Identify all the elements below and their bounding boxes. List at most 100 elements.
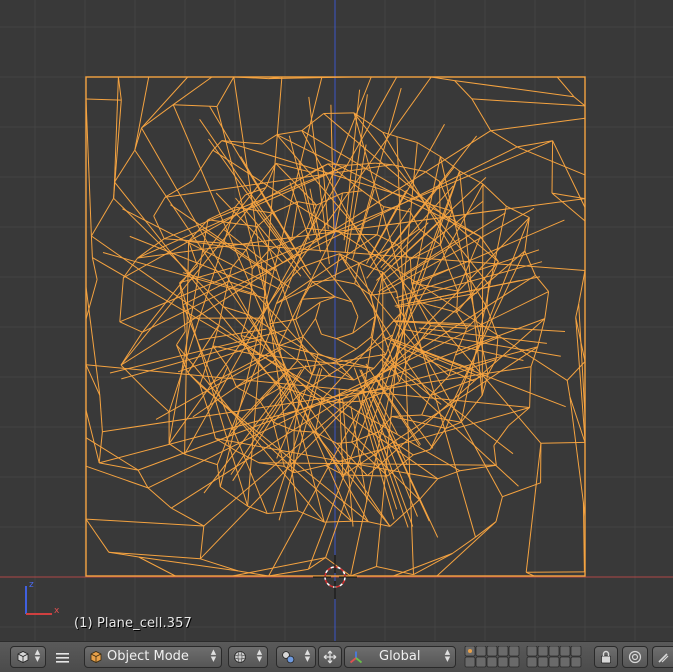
layer-button — [486, 645, 498, 657]
cell-edge — [551, 140, 554, 194]
cell-edge — [417, 142, 441, 157]
cell-edge — [123, 163, 329, 279]
mode-select[interactable]: Object Mode ▲ ▼ — [84, 646, 222, 668]
cell-edge — [220, 486, 248, 507]
hamburger-menu-icon[interactable] — [55, 650, 71, 664]
cell-edge — [525, 443, 542, 573]
cell-edge — [415, 348, 566, 408]
transform-orientation-select[interactable]: Global ▲ ▼ — [344, 646, 456, 668]
cell-edge — [493, 425, 509, 446]
cell-edge — [200, 558, 239, 572]
cell-edge — [267, 510, 298, 514]
cell-edge — [540, 441, 586, 444]
cell-edge — [171, 507, 205, 527]
cell-edge — [370, 291, 397, 296]
cell-edge — [454, 80, 473, 100]
cell-edge — [134, 76, 150, 151]
viewport-shading-button[interactable]: ▲ ▼ — [228, 646, 268, 668]
cube-view-icon — [17, 651, 29, 663]
cell-edge — [495, 337, 499, 360]
snap-button[interactable] — [652, 646, 673, 668]
cell-edge — [535, 275, 549, 292]
cell-edge — [471, 98, 586, 107]
cell-edge — [295, 319, 304, 337]
lock-camera-icon — [601, 650, 611, 664]
cell-edge — [291, 228, 308, 241]
cell-edge — [117, 76, 122, 101]
cell-edge — [358, 262, 383, 273]
layer-button — [475, 645, 487, 657]
cell-edge — [436, 521, 497, 577]
cell-edge — [493, 445, 497, 466]
cell-edge — [336, 332, 353, 340]
layer-grid-icon — [464, 645, 582, 668]
layer-button — [486, 656, 498, 668]
cell-edge — [147, 487, 172, 509]
cell-edge — [301, 130, 503, 497]
pivot-point-button[interactable]: ▲ ▼ — [276, 646, 316, 668]
cell-edge — [350, 566, 377, 577]
cell-edge — [351, 301, 359, 317]
cell-edge — [120, 331, 143, 366]
cell-edge — [349, 233, 378, 236]
cell-edge — [352, 316, 376, 334]
cell-edge — [490, 117, 586, 132]
cell-edge — [357, 395, 395, 520]
cell-edge — [471, 98, 492, 131]
gizmo-z-label: z — [29, 580, 34, 590]
cell-edge — [342, 190, 363, 194]
sphere-solid-icon — [234, 651, 246, 663]
cell-edge — [393, 552, 453, 577]
cell-edge — [85, 518, 204, 527]
cell-edge — [275, 163, 317, 206]
cell-edge — [146, 391, 170, 413]
cell-edge — [459, 464, 497, 472]
snap-magnet-icon — [658, 653, 669, 663]
3d-viewport[interactable]: z x (1) Plane_cell.357 — [0, 0, 673, 641]
cell-edge — [355, 336, 372, 350]
chevron-updown-icon: ▲ ▼ — [256, 648, 263, 663]
mode-label: Object Mode — [107, 649, 189, 664]
manipulator-toggle[interactable] — [318, 646, 342, 668]
editor-type-button[interactable]: ▲ ▼ — [10, 646, 46, 668]
cell-edge — [155, 347, 283, 420]
cell-edge — [524, 250, 536, 276]
cell-edge — [516, 146, 586, 176]
cell-edge — [90, 235, 93, 258]
cell-edge — [141, 76, 189, 129]
cell-edge — [268, 183, 484, 577]
cell-edge — [396, 136, 418, 143]
cell-edge — [351, 441, 388, 477]
layer-button — [497, 656, 509, 668]
cell-edge — [218, 306, 224, 326]
proportional-edit-icon — [628, 650, 642, 664]
cell-edge — [569, 396, 584, 503]
layer-grid[interactable] — [464, 645, 588, 668]
cell-edge — [351, 520, 369, 523]
cell-edge — [216, 464, 221, 487]
active-layer-dot — [468, 649, 472, 653]
proportional-edit-button[interactable] — [622, 646, 648, 668]
cell-edge — [164, 180, 194, 198]
cell-edge — [383, 336, 482, 378]
cell-edge — [192, 149, 214, 181]
cell-edge — [490, 130, 518, 148]
layer-button — [526, 656, 538, 668]
cell-edge — [184, 453, 218, 466]
cell-edge — [179, 282, 184, 305]
cell-edge — [85, 98, 92, 237]
cell-edge — [85, 518, 110, 553]
cell-edge — [370, 336, 387, 355]
lock-camera-button[interactable] — [594, 646, 618, 668]
cell-edge — [187, 324, 220, 373]
chevron-updown-icon: ▲ ▼ — [34, 648, 41, 663]
cell-edge — [380, 358, 519, 487]
chevron-updown-icon: ▲ ▼ — [304, 648, 311, 663]
cell-edge — [168, 443, 185, 455]
cell-edge — [323, 112, 355, 114]
cell-edge — [302, 318, 316, 337]
cell-edge — [495, 496, 503, 522]
cell-edge — [417, 301, 457, 313]
cell-edge — [172, 76, 213, 106]
cell-edge — [298, 160, 321, 253]
